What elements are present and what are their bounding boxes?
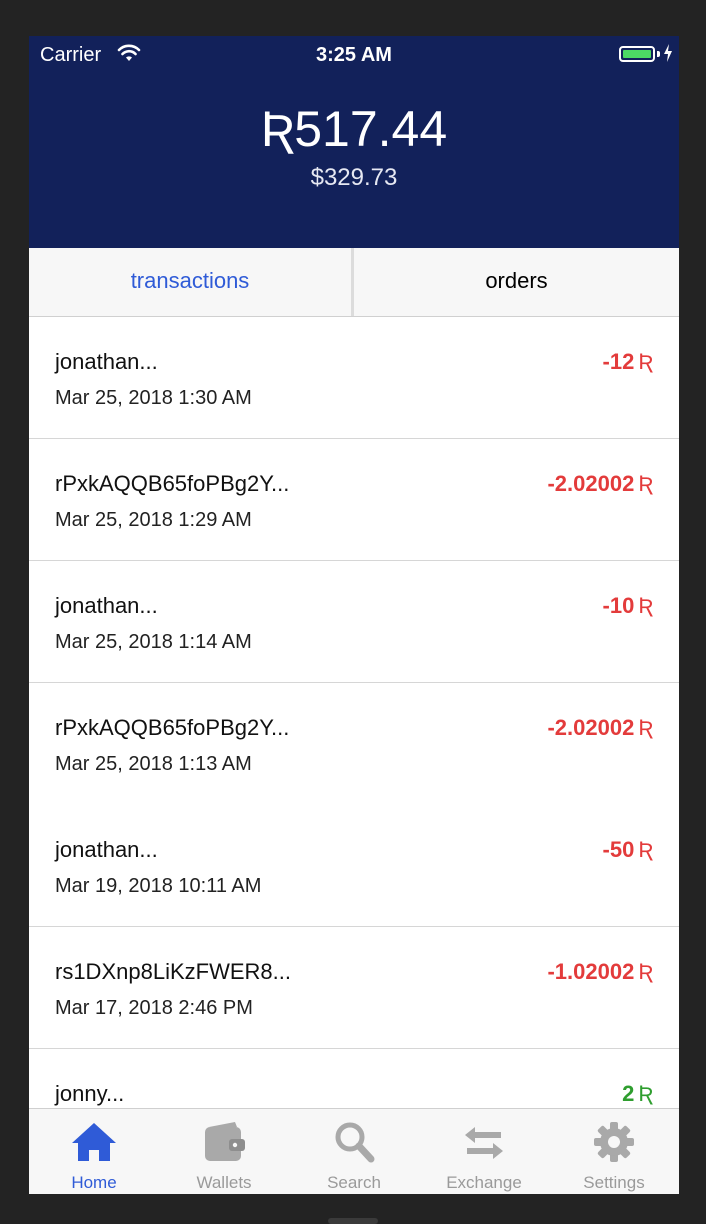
transaction-list: jonathan... Mar 25, 2018 1:30 AM -12 Ʀ rP…	[29, 317, 679, 1171]
battery-tip	[657, 51, 660, 57]
list-item[interactable]: jonathan... Mar 25, 2018 1:14 AM -10 Ʀ	[29, 561, 679, 683]
amount: -10 Ʀ	[602, 593, 653, 618]
timestamp: Mar 25, 2018 1:30 AM	[55, 387, 252, 409]
status-time: 3:25 AM	[316, 44, 392, 66]
amount: -50 Ʀ	[602, 837, 653, 862]
timestamp: Mar 25, 2018 1:29 AM	[55, 509, 252, 531]
amount: -2.02002 Ʀ	[547, 715, 653, 740]
counterparty: jonathan...	[55, 349, 158, 374]
timestamp: Mar 19, 2018 10:11 AM	[55, 875, 262, 897]
list-item[interactable]: rPxkAQQB65foPBg2Y... Mar 25, 2018 1:13 A…	[29, 683, 679, 805]
amount: -1.02002 Ʀ	[547, 959, 653, 984]
counterparty: rPxkAQQB65foPBg2Y...	[55, 471, 290, 496]
gear-icon	[594, 1122, 634, 1162]
tab-home[interactable]: Home	[29, 1109, 159, 1194]
counterparty: rPxkAQQB65foPBg2Y...	[55, 715, 290, 740]
status-bar: Carrier 3:25 AM	[29, 36, 679, 72]
home-indicator	[328, 1218, 378, 1224]
app-screen: Carrier 3:25 AM Ʀ517.44 $329.73 transact…	[29, 36, 679, 1194]
tab-orders[interactable]: orders	[354, 248, 679, 316]
counterparty: jonathan...	[55, 837, 158, 862]
tab-transactions[interactable]: transactions	[29, 248, 354, 316]
exchange-icon	[465, 1127, 503, 1159]
list-item[interactable]: jonathan... Mar 25, 2018 1:30 AM -12 Ʀ	[29, 317, 679, 439]
counterparty: jonathan...	[55, 593, 158, 618]
list-item[interactable]: jonathan... Mar 19, 2018 10:11 AM -50 Ʀ	[29, 805, 679, 927]
counterparty: jonny...	[55, 1081, 125, 1106]
tab-label: Search	[327, 1173, 381, 1192]
tab-label: Exchange	[446, 1173, 522, 1192]
tab-search[interactable]: Search	[289, 1109, 419, 1194]
timestamp: Mar 17, 2018 2:46 PM	[55, 997, 253, 1019]
charging-icon	[664, 44, 672, 62]
battery-icon	[619, 46, 655, 62]
tab-wallets[interactable]: Wallets	[159, 1109, 289, 1194]
list-item[interactable]: rs1DXnp8LiKzFWER8... Mar 17, 2018 2:46 P…	[29, 927, 679, 1049]
amount: -12 Ʀ	[602, 349, 653, 374]
balance-usd: $329.73	[310, 164, 398, 191]
list-item[interactable]: rPxkAQQB65foPBg2Y... Mar 25, 2018 1:29 A…	[29, 439, 679, 561]
amount: -2.02002 Ʀ	[547, 471, 653, 496]
tab-label: Home	[71, 1173, 117, 1192]
amount: 2Ʀ	[622, 1081, 653, 1106]
segment-tabs: transactions orders	[29, 248, 679, 317]
wallet-icon	[205, 1122, 245, 1161]
balance-amount: Ʀ517.44	[260, 101, 448, 157]
counterparty: rs1DXnp8LiKzFWER8...	[55, 959, 291, 984]
home-icon	[72, 1123, 116, 1161]
tab-exchange[interactable]: Exchange	[419, 1109, 549, 1194]
timestamp: Mar 25, 2018 1:14 AM	[55, 631, 252, 653]
tab-label: Settings	[583, 1173, 645, 1192]
tab-bar: Home Wallets Search Exchange Settings	[29, 1108, 679, 1194]
balance-header: Carrier 3:25 AM Ʀ517.44 $329.73	[29, 36, 679, 248]
tab-settings[interactable]: Settings	[549, 1109, 679, 1194]
timestamp: Mar 25, 2018 1:13 AM	[55, 753, 252, 775]
tab-label: Wallets	[196, 1173, 252, 1192]
search-icon	[335, 1122, 375, 1163]
